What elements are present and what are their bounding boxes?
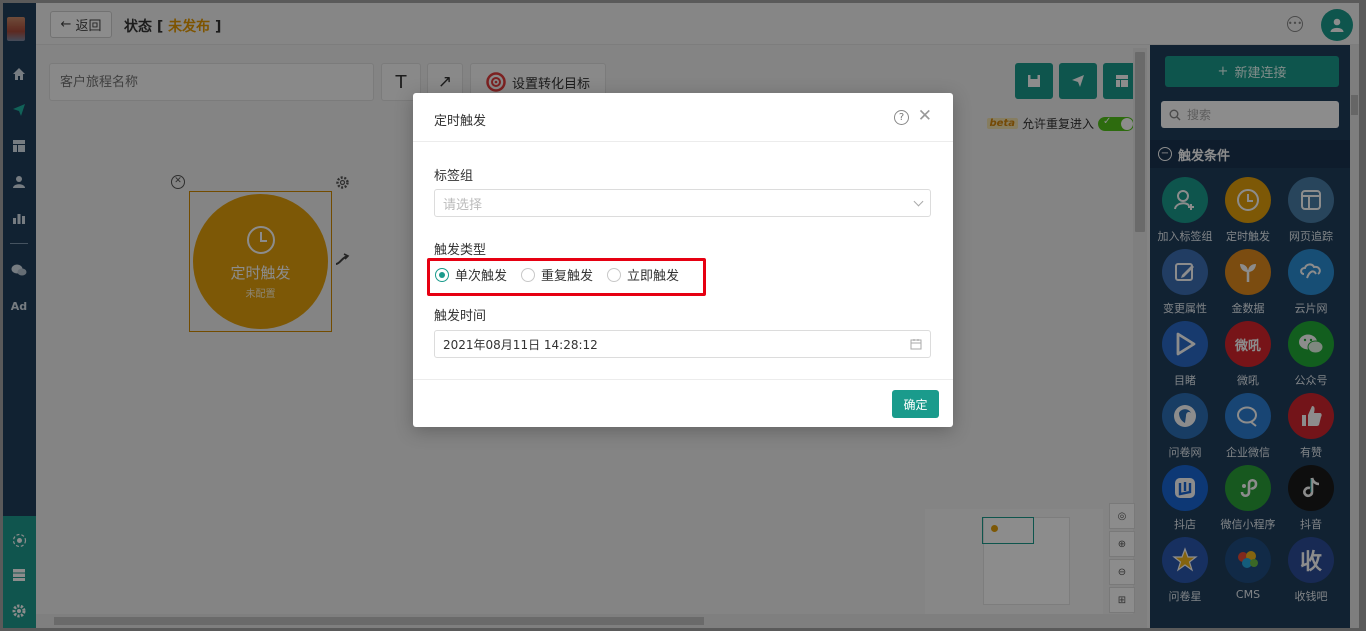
calendar-icon (910, 338, 922, 353)
dialog-header: 定时触发 ? ✕ (413, 93, 953, 142)
app-frame: Ad ← 返回 状态 [ 未发布 ] ••• 客户旅程名称 T ↗ 设置转化目标… (3, 3, 1359, 628)
tag-group-select[interactable]: 请选择 (434, 189, 931, 217)
timed-trigger-dialog: 定时触发 ? ✕ 标签组 请选择 触发类型 单次触发 重复触发 立即触发 触发时间 … (413, 93, 953, 427)
trigger-time-value: 2021年08月11日 14:28:12 (443, 337, 598, 352)
tag-group-label: 标签组 (434, 169, 474, 184)
tag-group-placeholder: 请选择 (443, 197, 483, 213)
trigger-time-label: 触发时间 (434, 309, 487, 324)
confirm-button[interactable]: 确定 (892, 390, 939, 418)
help-icon[interactable]: ? (894, 110, 909, 125)
dialog-footer-divider (413, 379, 953, 380)
confirm-label: 确定 (903, 397, 928, 412)
highlight-annotation (427, 258, 706, 296)
dialog-title: 定时触发 (434, 114, 487, 129)
chevron-down-icon (913, 196, 924, 207)
trigger-time-picker[interactable]: 2021年08月11日 14:28:12 (434, 330, 931, 358)
trigger-type-label: 触发类型 (434, 243, 487, 258)
close-icon[interactable]: ✕ (918, 106, 932, 126)
